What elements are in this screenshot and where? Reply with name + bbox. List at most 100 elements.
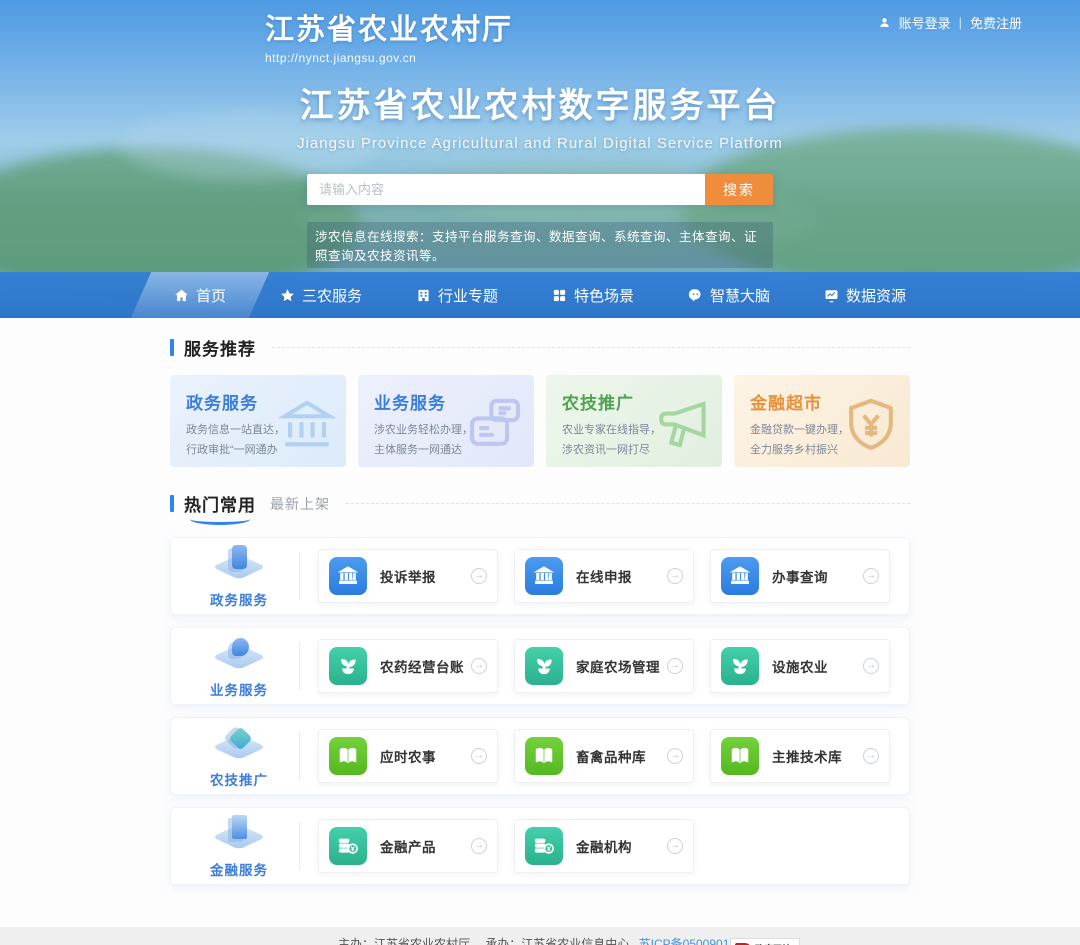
arrow-icon: →	[863, 568, 879, 584]
nav-item-scenes[interactable]: 特色场景	[525, 272, 661, 318]
service-label: 应时农事	[380, 746, 436, 766]
megaphone-icon	[654, 395, 712, 453]
tab-hot-common[interactable]: 热门常用	[184, 491, 256, 516]
service-item-facility-agriculture[interactable]: 设施农业 →	[710, 639, 890, 693]
arrow-icon: →	[863, 748, 879, 764]
category-government[interactable]: 政务服务	[185, 544, 293, 609]
recommend-section-title: 服务推荐	[184, 335, 256, 360]
register-link[interactable]: 免费注册	[970, 13, 1022, 32]
service-item-financial-institutions[interactable]: 金融机构 →	[514, 819, 694, 873]
service-row-government: 政务服务 投诉举报 → 在线申报 →	[170, 537, 910, 615]
service-item-financial-products[interactable]: 金融产品 →	[318, 819, 498, 873]
service-item-affairs-query[interactable]: 办事查询 →	[710, 549, 890, 603]
grid-icon	[552, 288, 567, 303]
service-item-family-farm[interactable]: 家庭农场管理 →	[514, 639, 694, 693]
service-row-agritech: 农技推广 应时农事 → 畜禽品种库 →	[170, 717, 910, 795]
service-item-main-tech-library[interactable]: 主推技术库 →	[710, 729, 890, 783]
gov-site-error-badge[interactable]: 政府网站 找错	[730, 938, 800, 945]
bank-icon	[337, 565, 359, 587]
page-footer: 主办：江苏省农业农村厅 承办：江苏省农业信息中心 苏ICP备05009012号 …	[0, 927, 1080, 945]
bank-icon	[533, 565, 555, 587]
account-divider: |	[959, 15, 962, 30]
arrow-icon: →	[667, 568, 683, 584]
site-logo[interactable]: 江苏省农业农村厅 http://nynct.jiangsu.gov.cn	[265, 6, 513, 65]
category-3d-icon	[212, 544, 266, 586]
book-icon	[337, 745, 359, 767]
search-button[interactable]: 搜索	[705, 174, 773, 205]
site-name: 江苏省农业农村厅	[265, 6, 513, 48]
arrow-icon: →	[471, 838, 487, 854]
footer-host: 主办：江苏省农业农村厅	[338, 937, 470, 945]
category-3d-icon	[212, 634, 266, 676]
arrow-icon: →	[667, 838, 683, 854]
main-content: 服务推荐 政务服务 政务信息一站直达， 行政审批“一网通办 业务服务 涉农业务轻…	[0, 318, 1080, 927]
service-label: 金融产品	[380, 836, 436, 856]
vertical-divider	[299, 822, 300, 870]
login-link[interactable]: 账号登录	[899, 13, 951, 32]
category-label: 业务服务	[210, 679, 268, 699]
category-business[interactable]: 业务服务	[185, 634, 293, 699]
service-item-complaints[interactable]: 投诉举报 →	[318, 549, 498, 603]
recommend-card-government[interactable]: 政务服务 政务信息一站直达， 行政审批“一网通办	[170, 375, 346, 467]
brain-icon	[688, 288, 703, 303]
service-label: 家庭农场管理	[576, 656, 660, 676]
section-dashed-line	[272, 347, 910, 348]
service-label: 金融机构	[576, 836, 632, 856]
platform-subtitle-en: Jiangsu Province Agricultural and Rural …	[0, 135, 1080, 152]
section-dashed-line	[346, 503, 910, 504]
hot-tabs: 热门常用 最新上架	[184, 491, 330, 516]
category-label: 农技推广	[210, 769, 268, 789]
sprout-icon	[337, 655, 359, 677]
sprout-icon	[533, 655, 555, 677]
service-item-livestock-breeds[interactable]: 畜禽品种库 →	[514, 729, 694, 783]
recommend-card-business[interactable]: 业务服务 涉农业务轻松办理， 主体服务一网通达	[358, 375, 534, 467]
section-accent-bar	[170, 339, 174, 356]
footer-info: 主办：江苏省农业农村厅 承办：江苏省农业信息中心 苏ICP备05009012号 …	[0, 927, 1080, 945]
arrow-icon: →	[471, 568, 487, 584]
arrow-icon: →	[471, 748, 487, 764]
service-row-finance: 金融服务 金融产品 → 金融机构 →	[170, 807, 910, 885]
book-icon	[533, 745, 555, 767]
nav-item-sannong[interactable]: 三农服务	[253, 272, 389, 318]
search-bar: 搜索	[307, 174, 773, 205]
coins-icon	[337, 835, 359, 857]
tab-newly-added[interactable]: 最新上架	[270, 494, 330, 514]
site-url: http://nynct.jiangsu.gov.cn	[265, 51, 513, 65]
card-message-icon	[466, 395, 524, 453]
service-label: 办事查询	[772, 566, 828, 586]
person-icon	[878, 16, 891, 29]
service-item-seasonal-farming[interactable]: 应时农事 →	[318, 729, 498, 783]
nav-item-industry[interactable]: 行业专题	[389, 272, 525, 318]
industry-icon	[416, 288, 431, 303]
category-3d-icon	[212, 724, 266, 766]
nav-item-data-resources[interactable]: 数据资源	[797, 272, 933, 318]
vertical-divider	[299, 642, 300, 690]
service-label: 投诉举报	[380, 566, 436, 586]
nav-label: 首页	[196, 285, 226, 306]
service-item-pesticide-ledger[interactable]: 农药经营台账 →	[318, 639, 498, 693]
recommend-cards: 政务服务 政务信息一站直达， 行政审批“一网通办 业务服务 涉农业务轻松办理， …	[170, 375, 910, 467]
nav-item-home[interactable]: 首页	[147, 272, 253, 318]
category-finance[interactable]: 金融服务	[185, 814, 293, 879]
nav-label: 三农服务	[302, 285, 362, 306]
nav-label: 特色场景	[574, 285, 634, 306]
arrow-icon: →	[667, 748, 683, 764]
vertical-divider	[299, 552, 300, 600]
recommend-card-agritech[interactable]: 农技推广 农业专家在线指导， 涉农资讯一网打尽	[546, 375, 722, 467]
recommend-card-finance[interactable]: 金融超市 金融贷款一键办理， 全力服务乡村振兴	[734, 375, 910, 467]
search-input[interactable]	[307, 174, 705, 205]
service-item-online-declare[interactable]: 在线申报 →	[514, 549, 694, 603]
home-icon	[174, 288, 189, 303]
book-icon	[729, 745, 751, 767]
coins-icon	[533, 835, 555, 857]
arrow-icon: →	[471, 658, 487, 674]
service-rows: 政务服务 投诉举报 → 在线申报 →	[170, 537, 910, 885]
bank-outline-icon	[278, 395, 336, 453]
footer-organizer: 承办：江苏省农业信息中心	[485, 937, 629, 945]
section-accent-bar	[170, 495, 174, 512]
arrow-icon: →	[863, 658, 879, 674]
nav-item-smart-brain[interactable]: 智慧大脑	[661, 272, 797, 318]
category-agritech[interactable]: 农技推广	[185, 724, 293, 789]
category-label: 金融服务	[210, 859, 268, 879]
star-icon	[280, 288, 295, 303]
